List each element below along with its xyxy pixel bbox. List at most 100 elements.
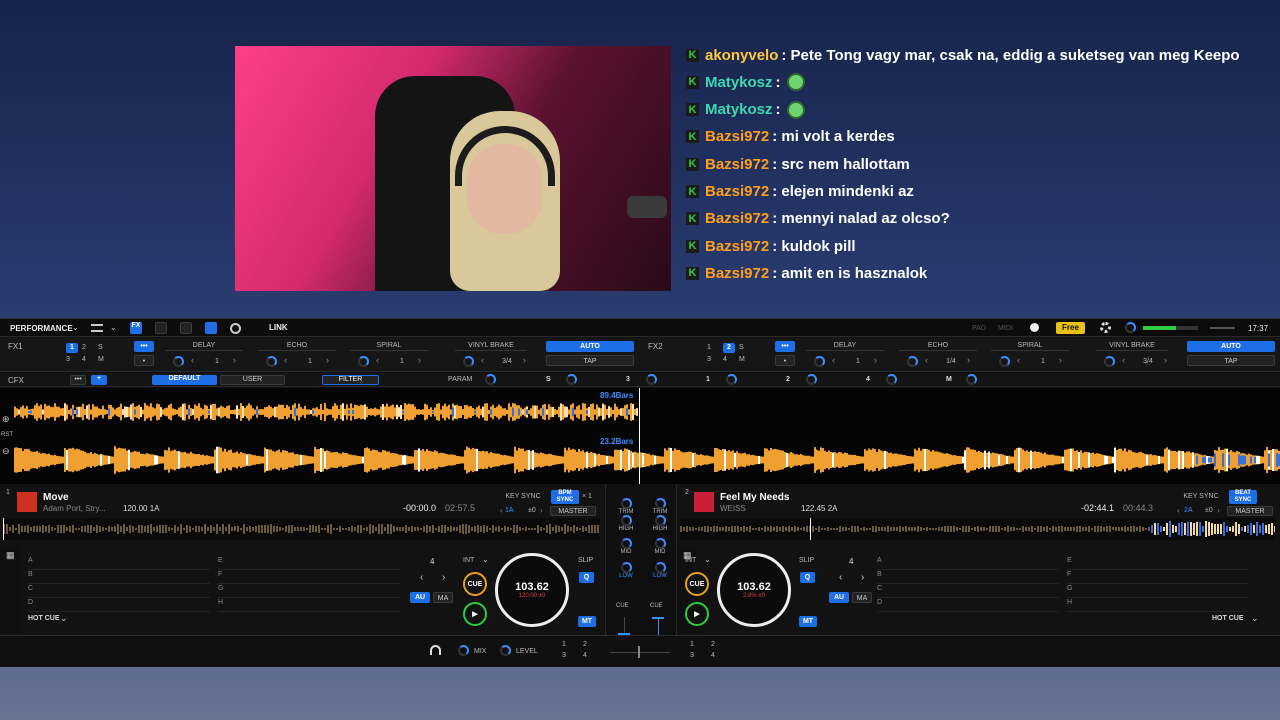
cfx-slot-knob[interactable] [726, 374, 737, 385]
crossfader[interactable] [638, 646, 640, 658]
master-tempo-button[interactable]: MT [578, 616, 596, 627]
chat-username[interactable]: akonyvelo [705, 47, 778, 64]
hot-cue-pad-D[interactable]: D [28, 599, 210, 612]
ch1-high-knob[interactable] [621, 515, 632, 526]
ma-button[interactable]: MA [852, 592, 872, 603]
hot-cue-selector[interactable]: HOT CUE [1212, 615, 1244, 622]
split-view-icon[interactable] [155, 322, 167, 334]
cfx-slot-knob[interactable] [806, 374, 817, 385]
menu-icon[interactable] [91, 324, 103, 332]
fx-knob[interactable] [266, 356, 277, 367]
chevron-left-icon[interactable]: ‹ [500, 506, 503, 515]
fx-on-button[interactable]: • [134, 355, 154, 366]
fx-tap-button[interactable]: TAP [546, 355, 634, 366]
fx-slot-1[interactable]: 1 [707, 343, 719, 353]
fx-slot-3[interactable]: 3 [707, 355, 719, 365]
chevron-right-icon[interactable]: › [1164, 355, 1167, 365]
chevron-left-icon[interactable]: ‹ [925, 355, 928, 365]
zoom-out-icon[interactable]: ⊖ [2, 446, 10, 457]
hot-cue-pad-C[interactable]: C [28, 585, 210, 598]
headphone-level-knob[interactable] [500, 645, 511, 656]
grid-view-icon[interactable] [180, 322, 192, 334]
slip-button[interactable]: SLIP [799, 557, 817, 564]
gear-icon[interactable] [1100, 322, 1111, 333]
fx-effect-1[interactable]: ECHO [899, 341, 977, 351]
fx-knob[interactable] [463, 356, 474, 367]
chat-username[interactable]: Matykosz [705, 101, 773, 118]
ch2-cue-button[interactable]: CUE [650, 603, 663, 609]
cfx-add-button[interactable]: + [91, 375, 107, 385]
chevron-right-icon[interactable]: › [523, 355, 526, 365]
chevron-right-icon[interactable]: › [967, 355, 970, 365]
hot-cue-pad-D[interactable]: D [877, 599, 1059, 612]
fx-effect-2[interactable]: SPIRAL [350, 341, 428, 351]
hot-cue-pad-H[interactable]: H [218, 599, 400, 612]
hot-cue-pad-C[interactable]: C [877, 585, 1059, 598]
track-overview[interactable] [3, 518, 600, 540]
jog-wheel[interactable]: 103.62 2.8% ±0 [717, 553, 791, 627]
chevron-left-icon[interactable]: ‹ [284, 355, 287, 365]
fx-slot-4[interactable]: 4 [82, 355, 94, 365]
headphone-mix-knob[interactable] [458, 645, 469, 656]
cfx-more-button[interactable]: ••• [70, 375, 86, 385]
quantize-button[interactable]: Q [579, 572, 594, 583]
chevron-right-icon[interactable]: › [874, 355, 877, 365]
chevron-left-icon[interactable]: ‹ [420, 572, 423, 583]
record-icon[interactable] [230, 323, 241, 334]
fx-effect-0[interactable]: DELAY [806, 341, 884, 351]
reset-button[interactable]: RST [1, 432, 13, 438]
fx-slot-1[interactable]: 1 [66, 343, 78, 353]
ch2-low-knob[interactable] [655, 562, 666, 573]
hot-cue-pad-G[interactable]: G [1067, 585, 1249, 598]
fx-auto-button[interactable]: AUTO [546, 341, 634, 352]
fx-effect-1[interactable]: ECHO [258, 341, 336, 351]
hot-cue-pad-B[interactable]: B [877, 571, 1059, 584]
key-sync-button[interactable]: KEY SYNC [1180, 493, 1222, 500]
key-sync-button[interactable]: KEY SYNC [502, 493, 544, 500]
fx-knob[interactable] [999, 356, 1010, 367]
fx-on-button[interactable]: • [775, 355, 795, 366]
fx-knob[interactable] [173, 356, 184, 367]
chevron-down-icon[interactable]: ⌄ [482, 555, 489, 564]
cfx-slot-knob[interactable] [966, 374, 977, 385]
fx-slot-M[interactable]: M [739, 355, 751, 365]
cfx-user-tab[interactable]: USER [220, 375, 285, 385]
hot-cue-pad-E[interactable]: E [1067, 557, 1249, 570]
link-button[interactable]: LINK [269, 323, 288, 332]
midi-mode[interactable]: MIDI [998, 325, 1013, 332]
mixer-view-icon[interactable] [205, 322, 217, 334]
pad-grid-icon[interactable]: ▦ [6, 550, 15, 561]
fx-assign-3[interactable]: 3 [690, 652, 694, 659]
tempo-multiplier[interactable]: × 1 [582, 493, 592, 500]
fx-slot-2[interactable]: 2 [82, 343, 94, 353]
ch1-low-knob[interactable] [621, 562, 632, 573]
chevron-right-icon[interactable]: › [1059, 355, 1062, 365]
chat-username[interactable]: Bazsi972 [705, 183, 769, 200]
fx-assign-1[interactable]: 1 [562, 641, 566, 648]
cfx-param-knob[interactable] [485, 374, 496, 385]
ch2-trim-knob[interactable] [655, 498, 666, 509]
cfx-filter-button[interactable]: FILTER [322, 375, 379, 385]
chevron-right-icon[interactable]: › [326, 355, 329, 365]
fx-knob[interactable] [814, 356, 825, 367]
fx-assign-4[interactable]: 4 [583, 652, 587, 659]
cfx-slot-knob[interactable] [646, 374, 657, 385]
chevron-right-icon[interactable]: › [233, 355, 236, 365]
waveform-display[interactable] [14, 388, 1280, 484]
chevron-left-icon[interactable]: ‹ [481, 355, 484, 365]
fx-effect-3[interactable]: VINYL BRAKE [1096, 341, 1168, 351]
fx-slot-M[interactable]: M [98, 355, 110, 365]
chevron-left-icon[interactable]: ‹ [1177, 506, 1180, 515]
fx-knob[interactable] [907, 356, 918, 367]
hot-cue-pad-E[interactable]: E [218, 557, 400, 570]
fx-assign-4[interactable]: 4 [711, 652, 715, 659]
ch1-mid-knob[interactable] [621, 538, 632, 549]
chevron-down-icon[interactable]: ⌄ [60, 613, 68, 624]
cfx-slot-knob[interactable] [566, 374, 577, 385]
ch2-fader[interactable] [652, 617, 664, 619]
jog-wheel[interactable]: 103.62 120.00 ±0 [495, 553, 569, 627]
master-volume-slider[interactable] [1210, 327, 1235, 329]
slip-button[interactable]: SLIP [578, 557, 596, 564]
pad-mode[interactable]: PAD [972, 325, 986, 332]
chevron-down-icon[interactable]: ⌄ [110, 323, 117, 332]
